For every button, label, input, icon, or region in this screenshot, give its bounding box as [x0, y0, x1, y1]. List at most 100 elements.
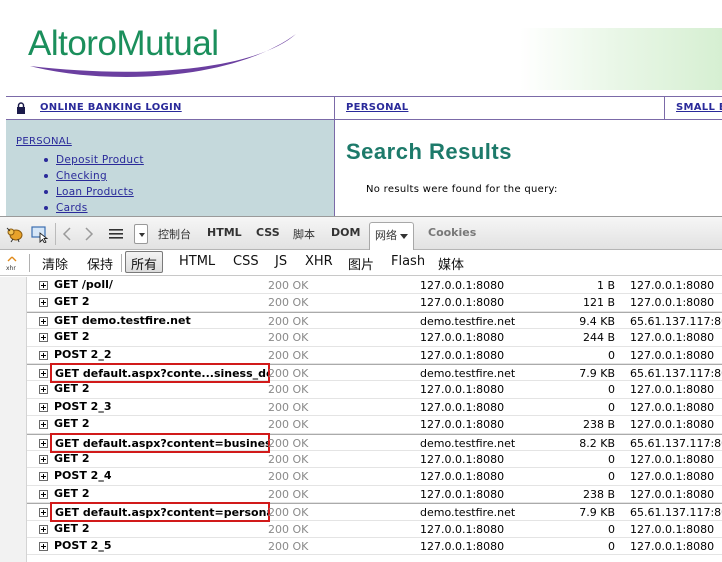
expand-plus-icon[interactable]	[39, 402, 48, 412]
nav-small-business-link[interactable]: SMALL B	[676, 102, 722, 113]
expand-plus-icon[interactable]	[39, 455, 48, 464]
request-url[interactable]: GET 2	[54, 522, 269, 535]
inspect-element-icon[interactable]	[29, 223, 51, 245]
expand-plus-icon[interactable]	[39, 385, 48, 395]
altoro-mutual-logo[interactable]: AltoroMutual	[28, 22, 308, 80]
request-status: 200 OK	[268, 470, 309, 484]
expand-plus-icon[interactable]	[39, 420, 48, 430]
menu-dropdown-button[interactable]	[134, 224, 148, 244]
table-row[interactable]: POST 2_4 200 OK 127.0.0.1:8080 0 127.0.0.1:8…	[27, 468, 722, 486]
expand-plus-icon[interactable]	[39, 333, 48, 343]
filter-images[interactable]: 图片	[348, 254, 374, 273]
tab-net-label: 网络	[375, 229, 397, 242]
expand-plus-icon[interactable]	[39, 542, 48, 551]
table-row[interactable]: POST 2_2 200 OK 127.0.0.1:8080 0 127.0.0.1:8…	[27, 347, 722, 364]
tab-script[interactable]: 脚本	[293, 226, 315, 242]
request-size: 7.9 KB	[579, 367, 615, 380]
table-row[interactable]: GET 2 200 OK 127.0.0.1:8080 121 B 127.0.0.1:…	[27, 294, 722, 312]
header-banner	[520, 28, 722, 90]
request-url[interactable]: GET default.aspx?content=busines	[50, 432, 270, 453]
expand-plus-icon[interactable]	[39, 281, 48, 290]
request-size: 0	[608, 470, 615, 484]
table-row[interactable]: GET 2 200 OK 127.0.0.1:8080 0 127.0.0.1:8080	[27, 521, 722, 538]
xhr-icon[interactable]: xhr	[6, 255, 22, 272]
tab-css[interactable]: CSS	[256, 226, 280, 239]
expand-plus-icon[interactable]	[39, 472, 48, 482]
table-row[interactable]: GET /poll/200 OK 127.0.0.1:8080 1 B 127.0.0…	[27, 277, 722, 295]
request-url[interactable]: GET 2	[54, 295, 269, 308]
persist-button[interactable]: 保持	[87, 254, 113, 273]
expand-plus-icon[interactable]	[39, 298, 48, 308]
table-row[interactable]: GET demo.testfire.net 200 OK demo.testfire…	[27, 311, 722, 330]
sidebar-link-cards[interactable]: Cards	[56, 202, 88, 214]
chevron-left-icon[interactable]	[56, 223, 78, 245]
request-size: 9.4 KB	[579, 314, 615, 328]
bug-icon[interactable]	[4, 223, 26, 245]
firebug-toolbar: 控制台 HTML CSS 脚本 DOM 网络 Cookies	[0, 216, 722, 251]
request-url[interactable]: GET 2	[54, 330, 269, 343]
expand-plus-icon[interactable]	[39, 438, 48, 448]
table-row[interactable]: GET 2 200 OK 127.0.0.1:8080 238 B 127.0.0.1:…	[27, 486, 722, 504]
request-url[interactable]: GET 2	[54, 452, 269, 465]
online-banking-login-link[interactable]: ONLINE BANKING LOGIN	[40, 102, 182, 113]
request-size: 121 B	[582, 296, 615, 310]
table-row[interactable]: GET default.aspx?content=persona 200 OK de…	[27, 502, 722, 523]
expand-plus-icon[interactable]	[39, 350, 48, 360]
table-row[interactable]: POST 2_3 200 OK 127.0.0.1:8080 0 127.0.0.1:8…	[27, 399, 722, 417]
request-url[interactable]: GET 2	[54, 417, 269, 430]
list-menu-icon[interactable]	[105, 223, 127, 245]
chevron-right-icon[interactable]	[78, 223, 100, 245]
table-row[interactable]: GET 2 200 OK 127.0.0.1:8080 244 B 127.0.0.1:…	[27, 329, 722, 347]
request-url[interactable]: POST 2_3	[54, 400, 269, 413]
tab-cookies[interactable]: Cookies	[428, 226, 476, 239]
request-status: 200 OK	[268, 540, 309, 553]
filter-xhr[interactable]: XHR	[305, 254, 333, 269]
request-domain: demo.testfire.net	[420, 367, 516, 380]
sidebar-link-deposit-product[interactable]: Deposit Product	[56, 154, 144, 166]
request-url[interactable]: GET 2	[54, 382, 269, 395]
sidebar-link-loan-products[interactable]: Loan Products	[56, 186, 134, 198]
sidebar-heading-personal[interactable]: PERSONAL	[16, 136, 72, 147]
tab-html[interactable]: HTML	[207, 226, 242, 239]
filter-flash[interactable]: Flash	[391, 254, 425, 269]
request-url[interactable]: GET default.aspx?content=persona	[50, 502, 270, 523]
table-row[interactable]: GET 2 200 OK 127.0.0.1:8080 0 127.0.0.1:8080	[27, 381, 722, 399]
request-url[interactable]: GET default.aspx?conte...siness_de	[50, 363, 270, 383]
filter-all[interactable]: 所有	[125, 251, 164, 273]
table-row[interactable]: POST 2_5 200 OK 127.0.0.1:8080 0 127.0.0.1:8…	[27, 538, 722, 556]
request-size: 0	[608, 348, 615, 362]
filter-media[interactable]: 媒体	[438, 254, 464, 273]
sidebar-item: Loan Products	[44, 184, 144, 200]
nav-personal-link[interactable]: PERSONAL	[346, 102, 408, 113]
request-url[interactable]: GET 2	[54, 487, 269, 500]
sidebar-link-checking[interactable]: Checking	[56, 170, 107, 182]
request-remote-ip: 127.0.0.1:8080	[630, 470, 715, 484]
expand-plus-icon[interactable]	[39, 508, 48, 518]
site-header: AltoroMutual	[0, 0, 722, 96]
filter-js[interactable]: JS	[275, 254, 287, 269]
request-status: 200 OK	[268, 506, 309, 520]
request-url[interactable]: POST 2_4	[54, 469, 269, 482]
expand-plus-icon[interactable]	[39, 316, 48, 326]
request-url[interactable]: POST 2_5	[54, 539, 269, 552]
expand-plus-icon[interactable]	[39, 524, 48, 534]
filter-html[interactable]: HTML	[179, 254, 215, 269]
table-row[interactable]: GET default.aspx?conte...siness_de 200 OK…	[27, 363, 722, 383]
table-row[interactable]: GET 2 200 OK 127.0.0.1:8080 0 127.0.0.1:8080	[27, 451, 722, 469]
filter-css[interactable]: CSS	[233, 254, 259, 269]
request-url[interactable]: POST 2_2	[54, 348, 269, 361]
lock-icon	[17, 102, 25, 114]
table-row[interactable]: GET default.aspx?content=busines 200 OK de…	[27, 432, 722, 453]
expand-plus-icon[interactable]	[39, 489, 48, 499]
clear-button[interactable]: 清除	[42, 254, 68, 273]
request-url[interactable]: GET /poll/	[54, 278, 269, 291]
tab-net[interactable]: 网络	[369, 222, 414, 251]
request-domain: 127.0.0.1:8080	[420, 331, 505, 345]
request-domain: 127.0.0.1:8080	[420, 540, 505, 553]
tab-console[interactable]: 控制台	[158, 226, 191, 242]
expand-plus-icon[interactable]	[39, 369, 48, 378]
sidebar: PERSONAL Deposit Product Checking Loan P…	[6, 120, 335, 218]
tab-dom[interactable]: DOM	[331, 226, 360, 239]
table-row[interactable]: GET 2 200 OK 127.0.0.1:8080 238 B 127.0.0.1:…	[27, 416, 722, 434]
request-url[interactable]: GET demo.testfire.net	[54, 314, 269, 327]
